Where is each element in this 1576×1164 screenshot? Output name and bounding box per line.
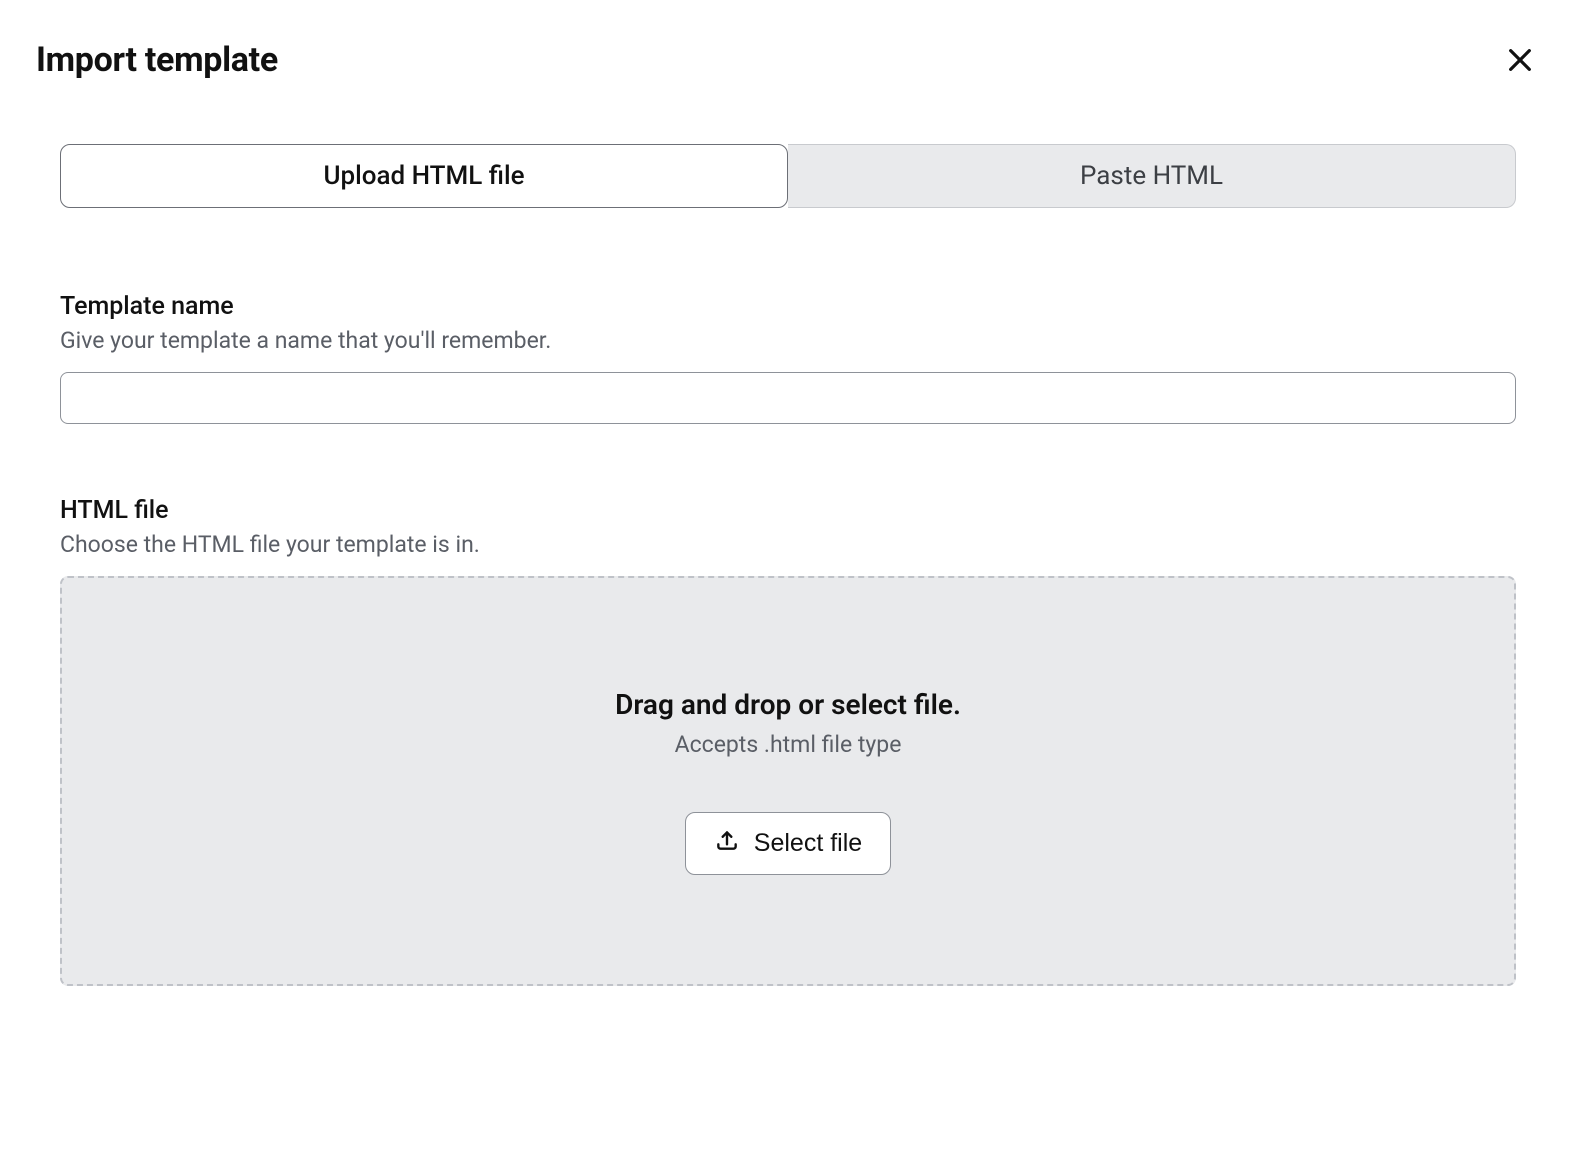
tab-paste-html[interactable]: Paste HTML — [788, 144, 1516, 208]
select-file-button[interactable]: Select file — [685, 812, 891, 875]
mode-tabs: Upload HTML file Paste HTML — [60, 144, 1516, 208]
file-dropzone[interactable]: Drag and drop or select file. Accepts .h… — [60, 576, 1516, 986]
html-file-label: HTML file — [60, 496, 1516, 525]
modal-title: Import template — [36, 40, 278, 80]
html-file-field: HTML file Choose the HTML file your temp… — [60, 496, 1516, 986]
modal-header: Import template — [36, 40, 1540, 80]
template-name-field: Template name Give your template a name … — [60, 292, 1516, 424]
modal-content: Upload HTML file Paste HTML Template nam… — [36, 144, 1540, 986]
dropzone-title: Drag and drop or select file. — [615, 688, 961, 721]
html-file-help: Choose the HTML file your template is in… — [60, 531, 1516, 558]
close-icon — [1504, 64, 1536, 79]
dropzone-subtitle: Accepts .html file type — [675, 731, 902, 758]
upload-icon — [714, 827, 740, 860]
template-name-help: Give your template a name that you'll re… — [60, 327, 1516, 354]
template-name-label: Template name — [60, 292, 1516, 321]
template-name-input[interactable] — [60, 372, 1516, 424]
select-file-label: Select file — [754, 829, 862, 858]
close-button[interactable] — [1500, 40, 1540, 80]
import-template-modal: Import template Upload HTML file Paste H… — [0, 0, 1576, 1026]
tab-upload-html-file[interactable]: Upload HTML file — [60, 144, 788, 208]
tab-label: Paste HTML — [1080, 161, 1223, 191]
tab-label: Upload HTML file — [323, 161, 524, 191]
